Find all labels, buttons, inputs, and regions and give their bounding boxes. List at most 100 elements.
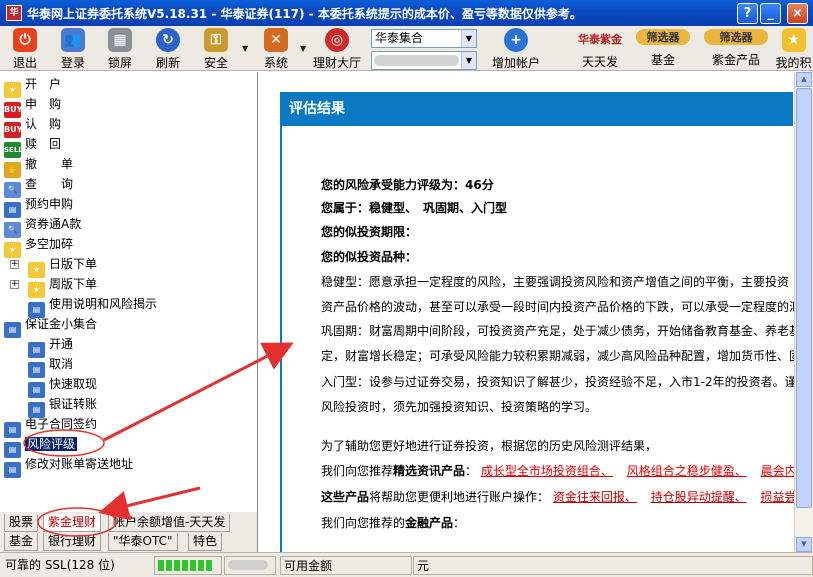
description-line-2: 资产品价格的波动，甚至可以承受一段时间内投资产品价格的下跌，可以承受一定程度的汇 <box>321 300 794 314</box>
tree-item-cancel[interactable]: ▤ 取消 <box>28 355 73 378</box>
tree-item-label: 开 户 <box>25 77 62 91</box>
vertical-scrollbar[interactable]: ▲ ▼ <box>794 72 813 552</box>
system-button[interactable]: ✕ 系统 <box>256 28 296 70</box>
scroll-up-icon[interactable]: ▲ <box>796 72 812 87</box>
tree-item-statement-address[interactable]: ▤ 修改对账单寄送地址 <box>4 455 134 478</box>
description-line-1: 稳健型：愿意承担一定程度的风险，主要强调投资风险和资产增值之间的平衡，主要投资 <box>321 275 790 289</box>
tree-item-daily-order[interactable]: ★ 日版下单 <box>28 255 98 278</box>
promo-tiantianfa-top: 华泰紫金 <box>578 33 622 46</box>
category-tabs: 股票 紫金理财 帐户余额增值-天天发 基金 银行理财 "华泰OTC" 特色 <box>0 512 258 552</box>
promo-tiantianfa-label: 天天发 <box>581 55 618 69</box>
tree-item-weekly-order[interactable]: ★ 周版下单 <box>28 275 98 298</box>
funds-unit: 元 <box>413 556 813 575</box>
login-button[interactable]: 👥 登录 <box>53 28 93 70</box>
tree-item-open-account[interactable]: ★ 开 户 <box>4 75 62 98</box>
chevron-down-icon[interactable]: ▼ <box>461 52 476 69</box>
ssl-status: 可靠的 SSL(128 位) <box>5 558 115 572</box>
scroll-down-icon[interactable]: ▼ <box>796 537 812 552</box>
tree-item-subscribe[interactable]: BUY 申 购 <box>4 95 61 118</box>
expand-weekly-icon[interactable]: + <box>10 280 19 289</box>
account-type-value: 华泰集合 <box>375 31 424 45</box>
close-button[interactable]: × <box>787 3 808 24</box>
masked-account-number <box>374 55 459 66</box>
tree-item-e-contract[interactable]: ▤ 电子合同签约 <box>4 415 97 438</box>
tree-item-redeem[interactable]: SELL 赎 回 <box>4 135 61 158</box>
panel-border <box>280 126 282 552</box>
promo-points-button[interactable]: ★ 我的积 <box>774 28 813 69</box>
tree-item-ipo-subscribe[interactable]: BUY 认 购 <box>4 115 62 138</box>
account-number-select[interactable]: ▼ <box>371 51 477 70</box>
lock-screen-button[interactable]: ▦ 锁屏 <box>100 28 140 70</box>
link-fund-flow[interactable]: 资金往来回报、 <box>553 490 637 504</box>
tab-stock[interactable]: 股票 <box>4 514 39 532</box>
lock-label: 锁屏 <box>107 56 132 70</box>
help-button[interactable]: ? <box>737 3 758 24</box>
scrollbar-thumb[interactable] <box>796 88 812 508</box>
tree-item-quick-withdraw[interactable]: ▤ 快速取现 <box>28 375 97 398</box>
tree-item-margin-collective[interactable]: ▤ 保证金小集合 <box>4 315 97 338</box>
tree-item-label: 资券通A款 <box>25 217 82 231</box>
description-line-6: 风险投资时，须先加强投资知识、投资策略的学习。 <box>321 400 598 414</box>
refresh-button[interactable]: ↻ 刷新 <box>148 28 188 70</box>
link-steady-portfolio[interactable]: 风格组合之稳步健盈、 <box>627 464 747 478</box>
chevron-down-icon[interactable]: ▼ <box>461 30 476 47</box>
link-pnl-alert[interactable]: 损益尝警 <box>761 490 794 504</box>
period-label: 您的似投资期限： <box>321 225 418 239</box>
system-dropdown-icon[interactable]: ▼ <box>300 44 306 53</box>
refresh-icon: ↻ <box>156 28 180 52</box>
window-title: 华泰网上证券委托系统V5.18.31 - 华泰证券(117) - 本委托系统提示… <box>27 7 582 21</box>
wealth-hall-button[interactable]: ◎ 理财大厅 <box>312 28 362 70</box>
variety-line: 您的似投资品种： <box>321 248 794 266</box>
lock-icon: ▦ <box>108 28 132 52</box>
tree-item-cancel-order[interactable]: ✋ 撤 单 <box>4 155 73 178</box>
security-button[interactable]: ⚿ 安全 <box>196 28 236 70</box>
rec-info-colon: ： <box>465 464 478 478</box>
exit-button[interactable]: ⏻ 退出 <box>6 28 44 70</box>
promo-zijin-button[interactable]: 筛选器 紫金产品 <box>704 28 768 69</box>
tab-fund[interactable]: 基金 <box>4 533 39 551</box>
tree-item-query[interactable]: 🔍 查 询 <box>4 175 73 198</box>
account-type-select[interactable]: 华泰集合 ▼ <box>371 29 477 48</box>
tree-item-reserve-subscribe[interactable]: ▤ 预约申购 <box>4 195 73 218</box>
exit-label: 退出 <box>12 56 37 70</box>
tree-item-label: 周版下单 <box>49 277 98 291</box>
tab-huatai-otc[interactable]: "华泰OTC" <box>108 533 178 551</box>
link-morning-brief[interactable]: 晨会内参 <box>761 464 794 478</box>
rating-value: 46分 <box>465 178 494 192</box>
period-line: 您的似投资期限： <box>321 223 794 241</box>
add-account-button[interactable]: + 增加帐户 <box>488 28 544 70</box>
tree-item-usage-risk[interactable]: ▤ 使用说明和风险揭示 <box>28 295 157 318</box>
description-line-5: 入门型：设参与过证券交易，投资知识了解甚少，投资经验不足，入市1-2年的投资者。… <box>321 375 794 389</box>
promo-zijin-label: 紫金产品 <box>711 53 760 67</box>
doc-icon: ▤ <box>4 462 21 478</box>
fin-bold: 金融产品 <box>405 516 454 530</box>
minimize-button[interactable]: _ <box>760 3 781 24</box>
function-tree: ★ 开 户 BUY 申 购 BUY 认 购 SELL 赎 回 ✋ 撤 单 🔍 查 询 ▤ 预约… <box>0 72 258 512</box>
tree-item-label: 多空加碎 <box>25 237 74 251</box>
recommend-info-line: 我们向您推荐精选资讯产品： 成长型全市场投资组合、 风格组合之稳步健盈、 晨会内… <box>321 462 794 480</box>
variety-label: 您的似投资品种： <box>321 250 418 264</box>
security-dropdown-icon[interactable]: ▼ <box>242 44 248 53</box>
tab-bank-wealth[interactable]: 银行理财 <box>43 533 102 551</box>
tree-item-label: 认 购 <box>25 117 62 131</box>
connection-progress <box>154 556 222 575</box>
tree-item-risk-rating[interactable]: ▤ 风险评级 <box>4 435 78 458</box>
app-logo-icon: 华 <box>6 5 22 21</box>
tab-balance-tiantianfa[interactable]: 帐户余额增值-天天发 <box>108 514 231 532</box>
promo-tiantianfa-button[interactable]: 华泰紫金 天天发 <box>568 28 632 69</box>
expand-daily-icon[interactable]: + <box>10 260 19 269</box>
tree-item-bank-transfer[interactable]: ▤ 银证转账 <box>28 395 97 418</box>
tab-zijin-wealth[interactable]: 紫金理财 <box>43 514 102 532</box>
tree-item-label: 日版下单 <box>49 257 98 271</box>
rating-label: 您的风险承受能力评级为： <box>321 178 466 192</box>
promo-fund-button[interactable]: 筛选器 基金 <box>636 28 690 69</box>
tree-item-zijuantong[interactable]: 🔍 资券通A款 <box>4 215 82 238</box>
fin-colon: ： <box>453 516 466 530</box>
link-growth-portfolio[interactable]: 成长型全市场投资组合、 <box>481 464 613 478</box>
tab-featured[interactable]: 特色 <box>188 533 223 551</box>
tree-item-activate[interactable]: ▤ 开通 <box>28 335 73 358</box>
link-position-alert[interactable]: 持仓股异动提醒、 <box>651 490 747 504</box>
tree-item-label: 修改对账单寄送地址 <box>25 457 134 471</box>
fin-prefix: 我们向您推荐的 <box>321 516 406 530</box>
tree-item-long-short[interactable]: ★ 多空加碎 <box>4 235 74 258</box>
